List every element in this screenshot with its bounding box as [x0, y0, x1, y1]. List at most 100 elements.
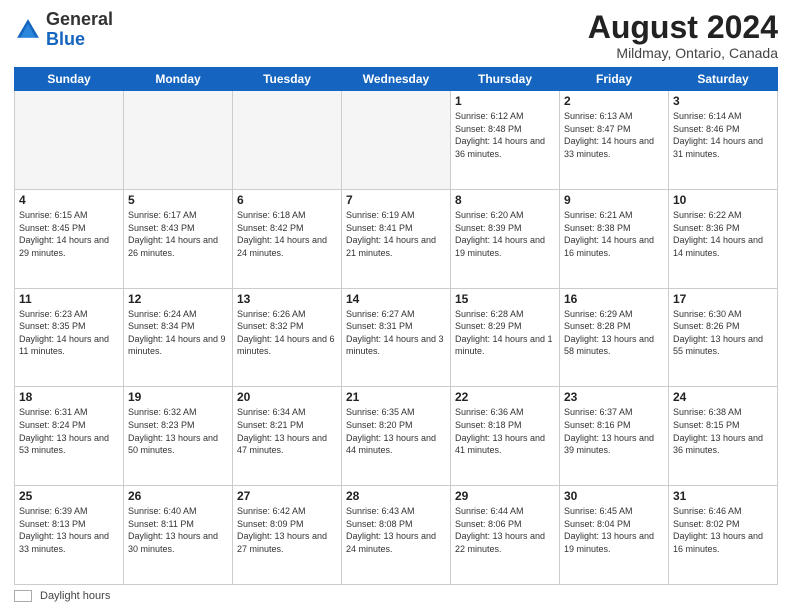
calendar-cell: 4Sunrise: 6:15 AM Sunset: 8:45 PM Daylig…	[15, 189, 124, 288]
calendar-cell: 22Sunrise: 6:36 AM Sunset: 8:18 PM Dayli…	[451, 387, 560, 486]
calendar-cell: 5Sunrise: 6:17 AM Sunset: 8:43 PM Daylig…	[124, 189, 233, 288]
calendar-cell: 2 Sunrise: 6:13 AM Sunset: 8:47 PM Daylig…	[560, 91, 669, 190]
page: General Blue August 2024 Mildmay, Ontari…	[0, 0, 792, 612]
week-row-3: 11 Sunrise: 6:23 AM Sunset: 8:35 PM Dayli…	[15, 288, 778, 387]
day-number: 23	[564, 390, 664, 404]
calendar-cell: 12 Sunrise: 6:24 AM Sunset: 8:34 PM Dayli…	[124, 288, 233, 387]
day-info: Sunrise: 6:13 AM Sunset: 8:47 PM Dayligh…	[564, 110, 664, 160]
day-number: 16	[564, 292, 664, 306]
day-number: 11	[19, 292, 119, 306]
day-info: Sunrise: 6:31 AM Sunset: 8:24 PM Dayligh…	[19, 406, 119, 456]
month-title: August 2024	[588, 10, 778, 45]
week-row-1: 1 Sunrise: 6:12 AM Sunset: 8:48 PM Daylig…	[15, 91, 778, 190]
day-info: Sunrise: 6:45 AM Sunset: 8:04 PM Dayligh…	[564, 505, 664, 555]
day-number: 14	[346, 292, 446, 306]
day-number: 31	[673, 489, 773, 503]
day-number: 30	[564, 489, 664, 503]
calendar-cell	[15, 91, 124, 190]
day-info: Sunrise: 6:30 AM Sunset: 8:26 PM Dayligh…	[673, 308, 773, 358]
day-number: 28	[346, 489, 446, 503]
logo-icon	[14, 16, 42, 44]
logo-general: General	[46, 9, 113, 29]
day-number: 15	[455, 292, 555, 306]
header-tuesday: Tuesday	[233, 68, 342, 91]
day-number: 25	[19, 489, 119, 503]
day-number: 6	[237, 193, 337, 207]
day-info: Sunrise: 6:40 AM Sunset: 8:11 PM Dayligh…	[128, 505, 228, 555]
header-thursday: Thursday	[451, 68, 560, 91]
day-number: 12	[128, 292, 228, 306]
legend-label: Daylight hours	[40, 590, 110, 602]
day-number: 10	[673, 193, 773, 207]
calendar-cell: 16Sunrise: 6:29 AM Sunset: 8:28 PM Dayli…	[560, 288, 669, 387]
day-number: 8	[455, 193, 555, 207]
calendar-cell: 9 Sunrise: 6:21 AM Sunset: 8:38 PM Daylig…	[560, 189, 669, 288]
calendar-cell: 15 Sunrise: 6:28 AM Sunset: 8:29 PM Dayli…	[451, 288, 560, 387]
week-row-5: 25 Sunrise: 6:39 AM Sunset: 8:13 PM Dayli…	[15, 486, 778, 585]
day-number: 1	[455, 94, 555, 108]
day-info: Sunrise: 6:14 AM Sunset: 8:46 PM Dayligh…	[673, 110, 773, 160]
title-block: August 2024 Mildmay, Ontario, Canada	[588, 10, 778, 61]
logo-text: General Blue	[46, 10, 113, 50]
day-number: 22	[455, 390, 555, 404]
day-info: Sunrise: 6:43 AM Sunset: 8:08 PM Dayligh…	[346, 505, 446, 555]
day-number: 9	[564, 193, 664, 207]
calendar-cell: 25 Sunrise: 6:39 AM Sunset: 8:13 PM Dayli…	[15, 486, 124, 585]
calendar-table: SundayMondayTuesdayWednesdayThursdayFrid…	[14, 67, 778, 585]
calendar-cell: 13Sunrise: 6:26 AM Sunset: 8:32 PM Dayli…	[233, 288, 342, 387]
calendar-cell: 20 Sunrise: 6:34 AM Sunset: 8:21 PM Dayli…	[233, 387, 342, 486]
calendar-cell: 6 Sunrise: 6:18 AM Sunset: 8:42 PM Daylig…	[233, 189, 342, 288]
header-monday: Monday	[124, 68, 233, 91]
calendar-cell: 1 Sunrise: 6:12 AM Sunset: 8:48 PM Daylig…	[451, 91, 560, 190]
day-info: Sunrise: 6:23 AM Sunset: 8:35 PM Dayligh…	[19, 308, 119, 358]
day-number: 29	[455, 489, 555, 503]
calendar-cell: 17 Sunrise: 6:30 AM Sunset: 8:26 PM Dayli…	[669, 288, 778, 387]
subtitle: Mildmay, Ontario, Canada	[588, 45, 778, 61]
day-info: Sunrise: 6:42 AM Sunset: 8:09 PM Dayligh…	[237, 505, 337, 555]
calendar-cell	[233, 91, 342, 190]
week-row-4: 18Sunrise: 6:31 AM Sunset: 8:24 PM Dayli…	[15, 387, 778, 486]
day-number: 4	[19, 193, 119, 207]
calendar-cell: 29 Sunrise: 6:44 AM Sunset: 8:06 PM Dayli…	[451, 486, 560, 585]
calendar-cell: 3 Sunrise: 6:14 AM Sunset: 8:46 PM Daylig…	[669, 91, 778, 190]
day-number: 5	[128, 193, 228, 207]
calendar-cell: 21Sunrise: 6:35 AM Sunset: 8:20 PM Dayli…	[342, 387, 451, 486]
calendar-cell: 18Sunrise: 6:31 AM Sunset: 8:24 PM Dayli…	[15, 387, 124, 486]
day-info: Sunrise: 6:20 AM Sunset: 8:39 PM Dayligh…	[455, 209, 555, 259]
day-number: 3	[673, 94, 773, 108]
day-number: 20	[237, 390, 337, 404]
calendar-cell: 23 Sunrise: 6:37 AM Sunset: 8:16 PM Dayli…	[560, 387, 669, 486]
day-info: Sunrise: 6:44 AM Sunset: 8:06 PM Dayligh…	[455, 505, 555, 555]
logo-blue: Blue	[46, 29, 85, 49]
day-info: Sunrise: 6:38 AM Sunset: 8:15 PM Dayligh…	[673, 406, 773, 456]
calendar-header-row: SundayMondayTuesdayWednesdayThursdayFrid…	[15, 68, 778, 91]
header-saturday: Saturday	[669, 68, 778, 91]
day-info: Sunrise: 6:39 AM Sunset: 8:13 PM Dayligh…	[19, 505, 119, 555]
day-info: Sunrise: 6:18 AM Sunset: 8:42 PM Dayligh…	[237, 209, 337, 259]
day-number: 21	[346, 390, 446, 404]
calendar-cell: 30 Sunrise: 6:45 AM Sunset: 8:04 PM Dayli…	[560, 486, 669, 585]
calendar-cell: 7Sunrise: 6:19 AM Sunset: 8:41 PM Daylig…	[342, 189, 451, 288]
day-info: Sunrise: 6:12 AM Sunset: 8:48 PM Dayligh…	[455, 110, 555, 160]
calendar-cell: 10Sunrise: 6:22 AM Sunset: 8:36 PM Dayli…	[669, 189, 778, 288]
day-number: 7	[346, 193, 446, 207]
legend-box	[14, 590, 32, 602]
day-number: 13	[237, 292, 337, 306]
calendar-cell: 27Sunrise: 6:42 AM Sunset: 8:09 PM Dayli…	[233, 486, 342, 585]
day-info: Sunrise: 6:28 AM Sunset: 8:29 PM Dayligh…	[455, 308, 555, 358]
calendar-cell: 24Sunrise: 6:38 AM Sunset: 8:15 PM Dayli…	[669, 387, 778, 486]
day-number: 19	[128, 390, 228, 404]
day-number: 26	[128, 489, 228, 503]
legend: Daylight hours	[14, 590, 778, 602]
day-info: Sunrise: 6:34 AM Sunset: 8:21 PM Dayligh…	[237, 406, 337, 456]
day-info: Sunrise: 6:24 AM Sunset: 8:34 PM Dayligh…	[128, 308, 228, 358]
header-sunday: Sunday	[15, 68, 124, 91]
day-info: Sunrise: 6:37 AM Sunset: 8:16 PM Dayligh…	[564, 406, 664, 456]
header: General Blue August 2024 Mildmay, Ontari…	[14, 10, 778, 61]
logo: General Blue	[14, 10, 113, 50]
calendar-cell: 26 Sunrise: 6:40 AM Sunset: 8:11 PM Dayli…	[124, 486, 233, 585]
calendar-cell	[342, 91, 451, 190]
day-info: Sunrise: 6:21 AM Sunset: 8:38 PM Dayligh…	[564, 209, 664, 259]
day-number: 17	[673, 292, 773, 306]
day-number: 2	[564, 94, 664, 108]
